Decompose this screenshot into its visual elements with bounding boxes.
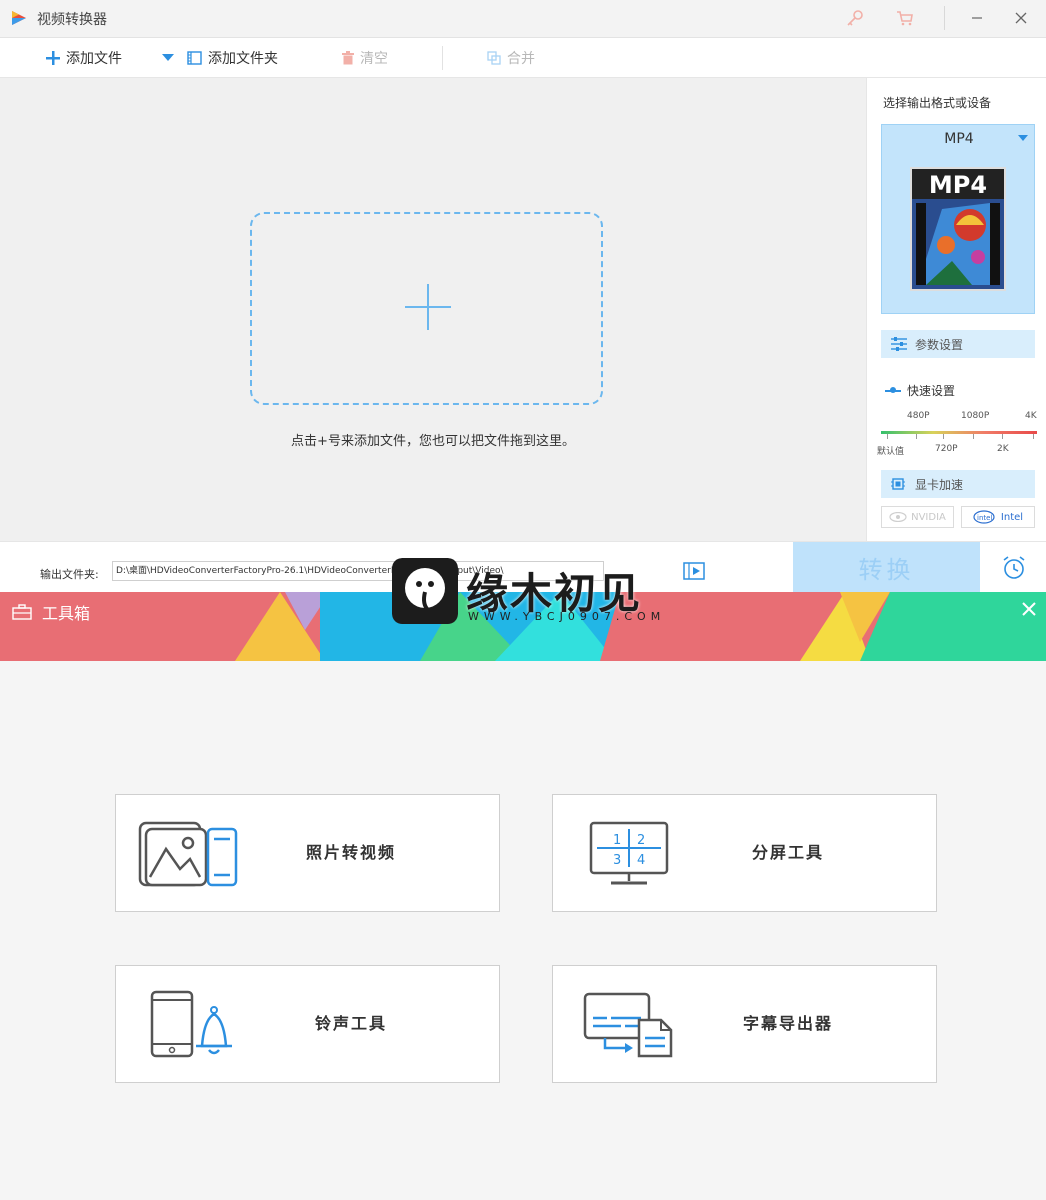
quality-default-label: 默认值 — [877, 447, 905, 457]
watermark-logo-icon — [392, 558, 458, 624]
clear-button[interactable]: 清空 — [342, 38, 388, 78]
toolbox-panel: 照片转视频 1 2 3 4 分屏工具 铃声工具 字幕导出器 — [0, 661, 1046, 1200]
window-title: 视频转换器 — [37, 12, 107, 28]
quality-2k-label: 2K — [997, 444, 1009, 454]
quality-4k-label: 4K — [1025, 411, 1037, 421]
toolbar-separator — [442, 46, 443, 70]
film-strip-image-icon — [912, 199, 1004, 289]
ringtone-tool[interactable]: 铃声工具 — [115, 965, 500, 1083]
quality-slider[interactable] — [881, 431, 1037, 434]
quality-tick — [1002, 434, 1003, 439]
clear-label: 清空 — [360, 51, 388, 67]
film-folder-icon — [187, 51, 202, 65]
photo-to-video-tool[interactable]: 照片转视频 — [115, 794, 500, 912]
title-bar: 视频转换器 — [0, 0, 1046, 38]
merge-button[interactable]: 合并 — [487, 38, 535, 78]
toolbox-close-button[interactable] — [1022, 600, 1036, 621]
quality-tick — [1033, 434, 1034, 439]
toolbox-title: 工具箱 — [12, 600, 90, 624]
trash-icon — [342, 51, 354, 65]
parameter-settings-button[interactable]: 参数设置 — [881, 330, 1035, 358]
svg-text:intel: intel — [977, 514, 992, 522]
quality-tick — [887, 434, 888, 439]
app-logo-icon — [12, 11, 26, 25]
plus-icon — [46, 51, 60, 65]
output-format-title: 选择输出格式或设备 — [883, 96, 992, 110]
merge-icon — [487, 51, 501, 65]
svg-text:2: 2 — [637, 833, 645, 848]
subtitle-export-label: 字幕导出器 — [742, 1014, 833, 1033]
gpu-acceleration-label: 显卡加速 — [915, 477, 964, 492]
minimize-icon — [972, 17, 982, 19]
titlebar-separator — [944, 6, 945, 30]
file-list-area[interactable]: 点击+号来添加文件，您也可以把文件拖到这里。 — [0, 78, 866, 541]
gpu-acceleration-button[interactable]: 显卡加速 — [881, 470, 1035, 498]
parameter-settings-label: 参数设置 — [915, 337, 964, 352]
quality-tick — [916, 434, 917, 439]
photo-to-video-label: 照片转视频 — [305, 843, 396, 862]
split-screen-label: 分屏工具 — [751, 843, 824, 862]
format-selector[interactable]: MP4 MP4 — [881, 124, 1035, 314]
close-button[interactable] — [1008, 6, 1034, 32]
add-file-dropdown[interactable] — [162, 38, 180, 78]
add-plus-icon — [405, 284, 451, 330]
output-folder-label: 输出文件夹: — [40, 568, 99, 581]
alarm-clock-icon[interactable] — [1001, 556, 1027, 580]
cart-icon[interactable] — [895, 8, 915, 28]
svg-text:3: 3 — [613, 853, 621, 868]
format-thumbnail: MP4 — [910, 167, 1006, 291]
open-output-folder-icon[interactable] — [683, 562, 705, 580]
toolbar: 添加文件 添加文件夹 清空 合并 — [0, 38, 1046, 78]
add-folder-button[interactable]: 添加文件夹 — [187, 38, 278, 78]
subtitle-export-icon — [583, 992, 673, 1058]
intel-logo-icon: intel — [973, 510, 995, 524]
watermark: 缘木初见 WWW.YBCJ0907.COM — [392, 558, 660, 626]
intel-toggle[interactable]: intel Intel — [961, 506, 1035, 528]
photo-to-video-icon — [138, 821, 238, 887]
quality-480p-label: 480P — [907, 411, 930, 421]
nvidia-label: NVIDIA — [911, 511, 946, 523]
close-icon — [1022, 602, 1036, 616]
drop-hint-text: 点击+号来添加文件，您也可以把文件拖到这里。 — [291, 434, 575, 449]
dropdown-arrow-icon — [162, 54, 174, 61]
settings-sliders-icon — [891, 337, 907, 351]
merge-label: 合并 — [507, 51, 535, 67]
add-file-label: 添加文件 — [66, 51, 122, 67]
quality-1080p-label: 1080P — [961, 411, 990, 421]
key-icon[interactable] — [845, 8, 865, 28]
subtitle-export-tool[interactable]: 字幕导出器 — [552, 965, 937, 1083]
toolbox-icon — [12, 604, 32, 620]
quality-tick — [943, 434, 944, 439]
quality-tick — [973, 434, 974, 439]
add-file-dropzone[interactable] — [250, 212, 603, 405]
split-screen-icon: 1 2 3 4 — [589, 821, 669, 885]
format-thumbnail-label: MP4 — [928, 171, 988, 199]
watermark-url: WWW.YBCJ0907.COM — [468, 610, 666, 623]
convert-button[interactable]: 转换 — [793, 542, 980, 593]
close-icon — [1015, 12, 1027, 24]
nvidia-eye-icon — [889, 512, 907, 522]
nvidia-toggle[interactable]: NVIDIA — [881, 506, 954, 528]
selected-format: MP4 — [944, 131, 974, 147]
add-folder-label: 添加文件夹 — [208, 51, 278, 67]
add-file-button[interactable]: 添加文件 — [46, 38, 122, 78]
quick-settings-title: 快速设置 — [885, 382, 955, 399]
ringtone-label: 铃声工具 — [314, 1014, 387, 1033]
toolbox-title-label: 工具箱 — [42, 604, 91, 623]
format-dropdown-icon[interactable] — [1018, 135, 1028, 141]
split-screen-tool[interactable]: 1 2 3 4 分屏工具 — [552, 794, 937, 912]
svg-text:4: 4 — [637, 853, 645, 868]
minimize-button[interactable] — [964, 6, 990, 32]
chip-icon — [891, 478, 905, 490]
ringtone-icon — [150, 990, 232, 1058]
quick-settings-icon — [885, 386, 901, 393]
intel-label: Intel — [1000, 511, 1024, 523]
svg-text:1: 1 — [613, 833, 621, 848]
quick-settings-label: 快速设置 — [907, 384, 956, 398]
quality-720p-label: 720P — [935, 444, 958, 454]
output-format-panel: 选择输出格式或设备 MP4 MP4 参数设置 快速设置 480P 1080P 4… — [866, 78, 1046, 541]
